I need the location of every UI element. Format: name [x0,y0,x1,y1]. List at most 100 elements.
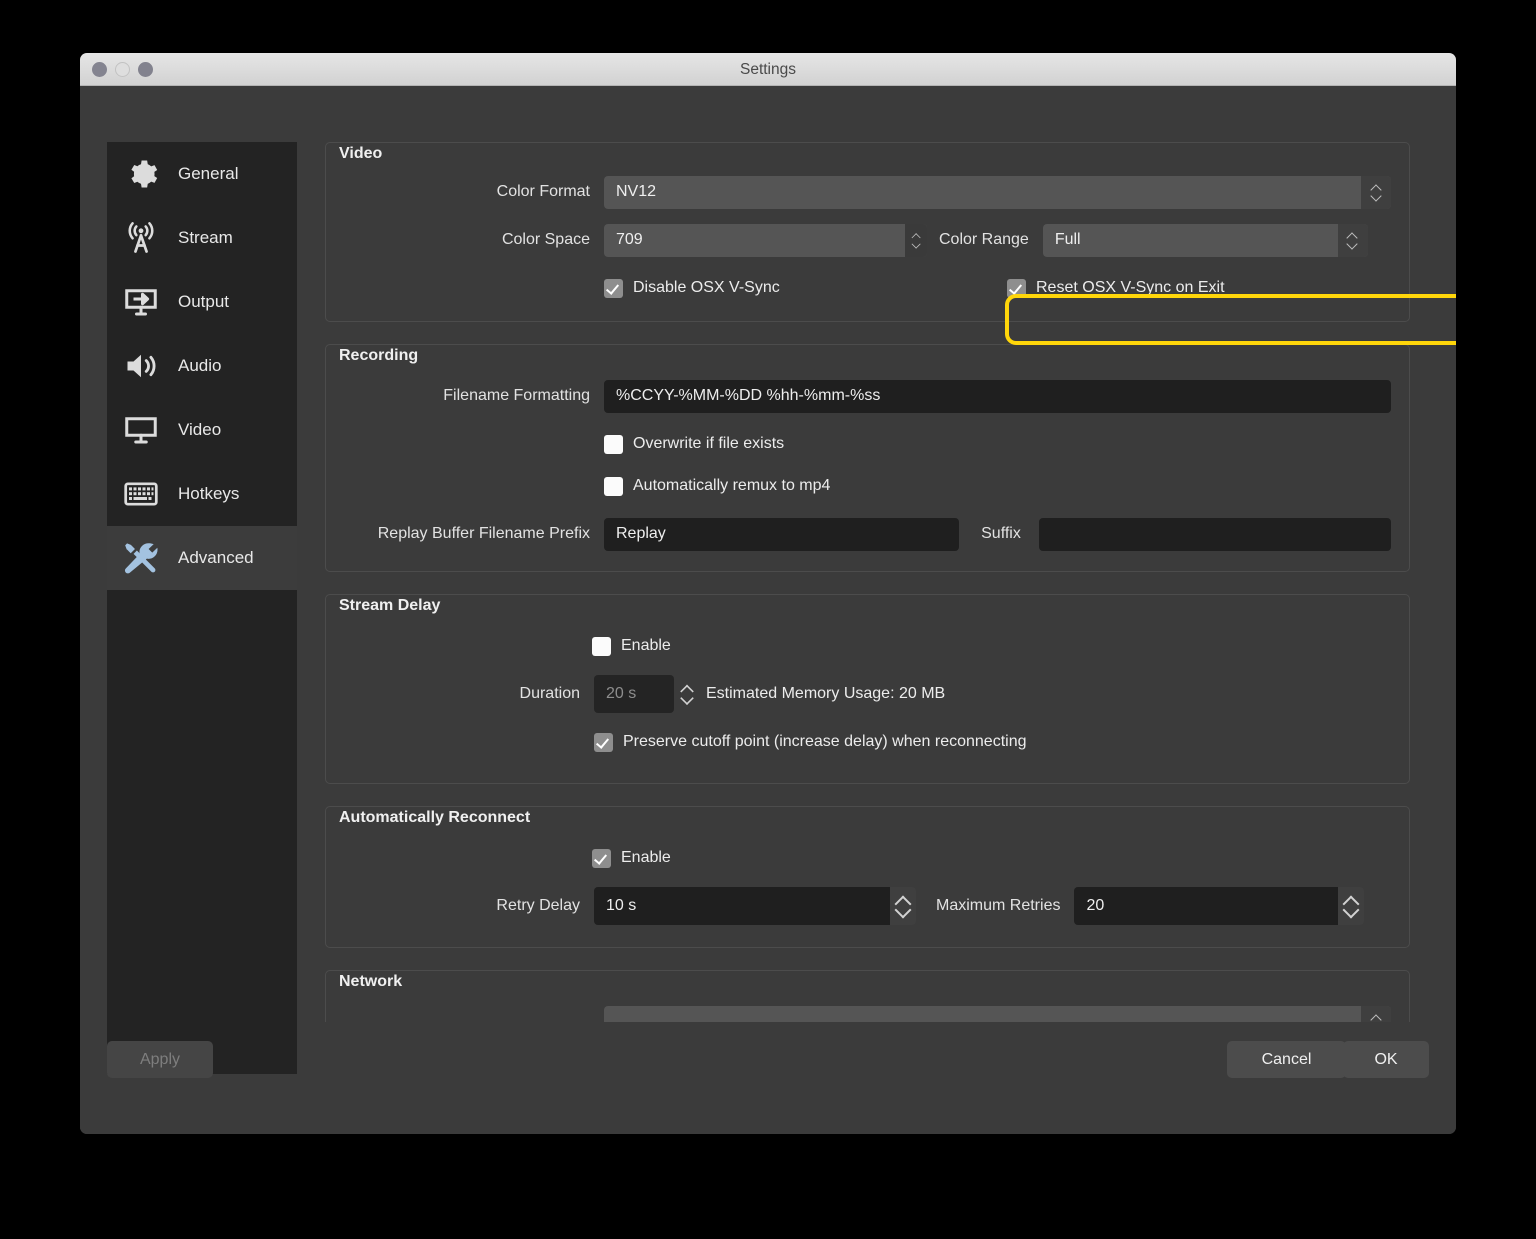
reconnect-enable-checkbox[interactable] [592,848,611,868]
filename-formatting-input[interactable]: %CCYY-%MM-%DD %hh-%mm-%ss [604,379,1391,413]
sidebar-item-advanced[interactable]: Advanced [107,526,297,590]
overwrite-checkbox-row[interactable]: Overwrite if file exists [604,427,784,461]
filename-formatting-label: Filename Formatting [443,387,590,404]
row-vsync-checkboxes: Disable OSX V-Sync Reset OSX V-Sync on E… [344,269,1391,307]
disable-vsync-label: Disable OSX V-Sync [633,279,780,296]
network-spinner[interactable] [1361,1005,1391,1022]
sidebar-item-label: Advanced [178,548,254,567]
dialog-footer: Apply Cancel OK [80,1022,1456,1134]
duration-stepper[interactable] [674,675,700,713]
window-body: General Stream Output Audio Video Hotkey… [80,86,1456,1134]
window-titlebar: Settings [80,53,1456,86]
replay-prefix-input[interactable]: Replay [604,517,960,551]
color-range-spinner[interactable] [1337,223,1368,257]
overwrite-label: Overwrite if file exists [633,435,785,452]
speaker-icon [118,346,164,386]
group-title-recording: Recording [339,347,419,364]
sidebar-item-label: Output [178,292,230,311]
color-space-label: Color Space [501,231,590,248]
retry-delay-value[interactable]: 10 s [594,887,894,925]
remux-checkbox[interactable] [604,476,623,496]
chevron-down-icon[interactable] [896,907,910,915]
sidebar-item-output[interactable]: Output [107,270,297,334]
chevron-up-icon [1348,234,1357,239]
duration-value[interactable]: 20 s [594,675,674,713]
cancel-button[interactable]: Cancel [1227,1041,1346,1078]
group-recording: Recording Filename Formatting %CCYY-%MM-… [325,344,1410,572]
remux-checkbox-row[interactable]: Automatically remux to mp4 [604,469,830,503]
color-range-label: Color Range [939,231,1029,248]
display-icon [118,410,164,450]
remux-label: Automatically remux to mp4 [633,477,831,494]
max-retries-value[interactable]: 20 [1074,887,1343,925]
sidebar-item-audio[interactable]: Audio [107,334,297,398]
row-replay-prefix: Replay Buffer Filename Prefix Replay Suf… [344,515,1391,553]
color-space-spinner[interactable] [905,223,927,257]
disable-vsync-checkbox-row[interactable]: Disable OSX V-Sync [604,271,929,305]
overwrite-checkbox[interactable] [604,434,623,454]
settings-scroll-area[interactable]: Video Color Format NV12 Color Space 709 … [325,142,1428,1022]
sidebar-item-general[interactable]: General [107,142,297,206]
zoom-window-button[interactable] [138,62,153,77]
sidebar-item-hotkeys[interactable]: Hotkeys [107,462,297,526]
tools-icon [118,538,164,578]
color-range-combobox[interactable]: Full [1042,223,1368,257]
replay-prefix-label: Replay Buffer Filename Prefix [377,525,590,542]
ok-button[interactable]: OK [1343,1041,1429,1078]
color-format-label: Color Format [496,183,590,200]
chevron-down-icon [1348,242,1357,247]
network-combobox[interactable] [604,1005,1391,1022]
apply-button[interactable]: Apply [107,1041,213,1078]
color-format-spinner[interactable] [1361,175,1391,209]
reconnect-enable-row[interactable]: Enable [592,841,671,875]
reset-vsync-checkbox[interactable] [1007,278,1026,298]
row-stream-delay-enable: Enable [592,627,1391,665]
row-preserve-cutoff: Preserve cutoff point (increase delay) w… [594,723,1391,761]
color-range-value: Full [1054,231,1081,248]
reset-vsync-label: Reset OSX V-Sync on Exit [1036,279,1225,296]
broadcast-icon [118,218,164,258]
reset-vsync-checkbox-row[interactable]: Reset OSX V-Sync on Exit [1007,271,1225,305]
stream-delay-enable-row[interactable]: Enable [592,629,671,663]
retry-delay-spinbox[interactable]: 10 s [594,887,916,925]
group-title-network: Network [339,973,403,990]
settings-window: Settings General Stream Output Audio Vid… [80,53,1456,1134]
row-filename-formatting: Filename Formatting %CCYY-%MM-%DD %hh-%m… [344,377,1391,415]
max-retries-spinbox[interactable]: 20 [1074,887,1365,925]
preserve-cutoff-checkbox[interactable] [594,732,613,752]
row-network-first [344,1003,1391,1022]
row-color-format: Color Format NV12 [344,173,1391,211]
max-retries-stepper[interactable] [1338,887,1365,925]
chevron-up-icon [912,234,919,238]
group-title-video: Video [339,145,383,162]
window-title: Settings [739,61,796,78]
group-auto-reconnect: Automatically Reconnect Enable Retry Del… [325,806,1410,948]
row-overwrite: Overwrite if file exists [604,425,1391,463]
sidebar-item-label: Audio [178,356,222,375]
duration-spinbox[interactable]: 20 s [594,675,700,713]
stream-delay-enable-label: Enable [621,637,671,654]
row-duration: Duration 20 s Estimated Memory Usage: 20… [344,675,1391,713]
row-remux: Automatically remux to mp4 [604,467,1391,505]
group-video: Video Color Format NV12 Color Space 709 … [325,142,1410,322]
color-space-combobox[interactable]: 709 [604,223,927,257]
color-format-combobox[interactable]: NV12 [604,175,1391,209]
sidebar-item-label: Stream [178,228,233,247]
sidebar-item-stream[interactable]: Stream [107,206,297,270]
estimated-memory-usage-text: Estimated Memory Usage: 20 MB [706,685,946,702]
minimize-window-button[interactable] [115,62,130,77]
row-color-space-range: Color Space 709 Color Range Full [344,221,1391,259]
close-window-button[interactable] [92,62,107,77]
group-title-auto-reconnect: Automatically Reconnect [339,809,531,826]
chevron-down-icon[interactable] [681,696,692,702]
row-retry-delay: Retry Delay 10 s Maximum Retries 20 [344,887,1391,925]
group-network: Network [325,970,1410,1022]
disable-vsync-checkbox[interactable] [604,278,623,298]
suffix-input[interactable] [1038,517,1391,551]
stream-delay-enable-checkbox[interactable] [592,636,611,656]
chevron-down-icon[interactable] [1344,907,1358,915]
retry-delay-stepper[interactable] [890,887,916,925]
preserve-cutoff-row[interactable]: Preserve cutoff point (increase delay) w… [594,725,1026,759]
sidebar-item-video[interactable]: Video [107,398,297,462]
monitor-arrow-icon [118,282,164,322]
